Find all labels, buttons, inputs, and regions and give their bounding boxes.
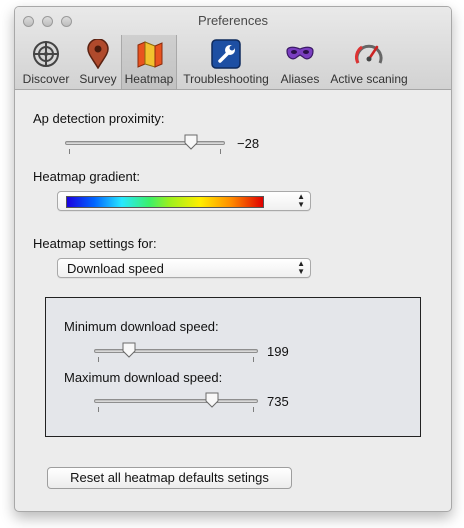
gradient-swatch — [66, 196, 264, 208]
wrench-icon — [211, 39, 241, 69]
ap-detection-label: Ap detection proximity: — [33, 111, 165, 126]
heatmap-gradient-select[interactable]: ▲ ▼ — [57, 191, 311, 211]
tab-heatmap[interactable]: Heatmap — [121, 35, 177, 89]
heatmap-map-icon — [137, 41, 163, 68]
tab-label: Survey — [79, 72, 117, 86]
ap-detection-value: −28 — [237, 136, 260, 151]
slider-knob[interactable] — [184, 134, 198, 150]
crosshair-icon — [33, 41, 59, 67]
chevron-updown-icon: ▲ ▼ — [297, 192, 305, 209]
max-speed-slider[interactable] — [94, 392, 258, 412]
tab-active-scanning[interactable]: Active scaning — [327, 35, 411, 89]
toolbar: Preferences Discover Survey Heatmap Trou… — [15, 7, 451, 90]
tab-survey[interactable]: Survey — [77, 35, 119, 89]
tab-label: Active scaning — [330, 72, 408, 86]
max-speed-label: Maximum download speed: — [64, 370, 223, 385]
reset-defaults-button[interactable]: Reset all heatmap defaults setings — [47, 467, 292, 489]
chevron-updown-icon: ▲ ▼ — [297, 259, 305, 276]
tab-discover[interactable]: Discover — [19, 35, 73, 89]
tab-label: Troubleshooting — [183, 72, 269, 86]
heatmap-settings-label: Heatmap settings for: — [33, 236, 157, 251]
tab-label: Discover — [22, 72, 70, 86]
min-speed-label: Minimum download speed: — [64, 319, 219, 334]
tab-label: Heatmap — [124, 72, 174, 86]
min-speed-value: 199 — [267, 344, 289, 359]
mask-icon — [286, 46, 314, 60]
gauge-icon — [354, 44, 383, 64]
heatmap-pane: Ap detection proximity: −28 Heatmap grad… — [15, 90, 451, 511]
map-pin-icon — [87, 39, 109, 69]
preferences-window: Preferences Discover Survey Heatmap Trou… — [14, 6, 452, 512]
window-title: Preferences — [197, 13, 269, 28]
min-speed-slider[interactable] — [94, 342, 258, 362]
heatmap-settings-select[interactable]: Download speed ▲ ▼ — [57, 258, 311, 278]
tab-aliases[interactable]: Aliases — [277, 35, 323, 89]
download-speed-group: Minimum download speed: 199 Maximum down… — [45, 297, 421, 437]
tab-label: Aliases — [280, 72, 320, 86]
heatmap-gradient-label: Heatmap gradient: — [33, 169, 140, 184]
heatmap-settings-value: Download speed — [67, 261, 164, 276]
slider-knob[interactable] — [205, 392, 219, 408]
tab-troubleshooting[interactable]: Troubleshooting — [179, 35, 273, 89]
ap-detection-slider[interactable] — [65, 134, 225, 154]
slider-knob[interactable] — [122, 342, 136, 358]
max-speed-value: 735 — [267, 394, 289, 409]
